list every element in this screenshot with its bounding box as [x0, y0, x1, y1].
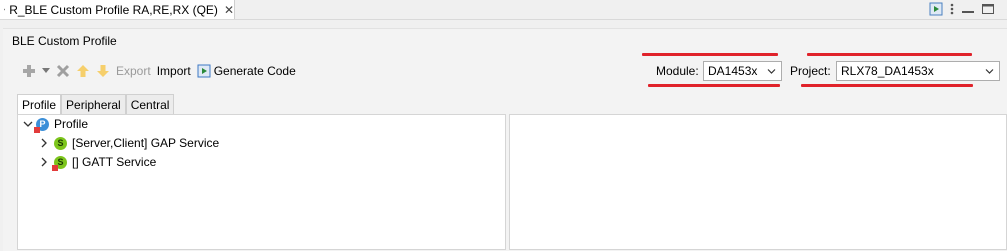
add-button[interactable] [22, 64, 36, 78]
chevron-down-icon [42, 68, 50, 73]
add-dropdown-button[interactable] [42, 68, 50, 74]
view-toolbar [929, 2, 995, 16]
generate-code-button[interactable]: Generate Code [197, 64, 296, 78]
editor-tab[interactable]: R_BLE Custom Profile RA,RE,RX (QE) ✕ [0, 0, 235, 19]
import-label: Import [156, 64, 191, 78]
annotation-underline [801, 84, 973, 87]
profile-tree: P Profile S [Server,Client] GAP Service … [17, 114, 506, 250]
export-button[interactable]: Export [116, 64, 151, 78]
overlay-icon [52, 164, 58, 171]
export-label: Export [116, 64, 151, 78]
overlay-icon [34, 126, 40, 133]
chevron-down-icon [767, 69, 776, 74]
delete-button[interactable] [56, 64, 70, 78]
view-menu-icon[interactable] [949, 2, 955, 16]
move-up-button[interactable] [76, 64, 90, 78]
tab-profile[interactable]: Profile [17, 94, 62, 114]
annotation-underline [807, 53, 972, 56]
import-button[interactable]: Import [157, 64, 191, 78]
generate-code-icon [197, 64, 211, 78]
chevron-right-icon[interactable] [39, 157, 49, 167]
editor-tab-title: R_BLE Custom Profile RA,RE,RX (QE) [9, 2, 218, 17]
close-icon[interactable]: ✕ [224, 3, 234, 17]
generate-code-label: Generate Code [213, 64, 296, 78]
delete-icon [56, 64, 70, 78]
tab-peripheral[interactable]: Peripheral [61, 94, 126, 114]
panel-title: BLE Custom Profile [12, 34, 117, 48]
service-icon: S [54, 136, 67, 150]
tree-item-label: [] GATT Service [72, 155, 157, 169]
module-value: DA1453x [708, 64, 758, 78]
project-label: Project: [790, 64, 831, 78]
details-pane [509, 114, 1007, 250]
annotation-underline [648, 84, 780, 87]
run-config-icon[interactable] [929, 2, 943, 16]
renesas-plugin-icon [4, 8, 6, 11]
tree-item-label: [Server,Client] GAP Service [72, 136, 220, 150]
move-down-button[interactable] [96, 64, 110, 78]
view-tabs: Profile Peripheral Central [17, 94, 175, 114]
profile-icon: P [34, 117, 49, 133]
tree-item-label: Profile [54, 117, 89, 131]
chevron-down-icon [985, 69, 994, 74]
maximize-icon[interactable] [981, 3, 995, 15]
chevron-down-icon[interactable] [23, 119, 33, 129]
arrow-down-icon [97, 65, 109, 77]
arrow-up-icon [77, 65, 89, 77]
project-select[interactable]: RLX78_DA1453x [836, 61, 1000, 81]
profile-toolbar: Export Import Generate Code [22, 60, 302, 82]
tree-item-profile[interactable]: P Profile [23, 115, 88, 133]
annotation-underline [642, 53, 778, 56]
tab-central[interactable]: Central [125, 94, 175, 114]
module-label: Module: [656, 64, 699, 78]
tree-item-gap-service[interactable]: S [Server,Client] GAP Service [39, 134, 219, 152]
service-icon: S [52, 155, 67, 171]
editor-tab-bar: R_BLE Custom Profile RA,RE,RX (QE) ✕ [0, 0, 1007, 20]
project-value: RLX78_DA1453x [841, 64, 934, 78]
tree-item-gatt-service[interactable]: S [] GATT Service [39, 153, 156, 171]
module-select[interactable]: DA1453x [703, 61, 782, 81]
minimize-icon[interactable] [961, 3, 975, 15]
chevron-right-icon[interactable] [39, 138, 49, 148]
plus-icon [23, 65, 35, 77]
